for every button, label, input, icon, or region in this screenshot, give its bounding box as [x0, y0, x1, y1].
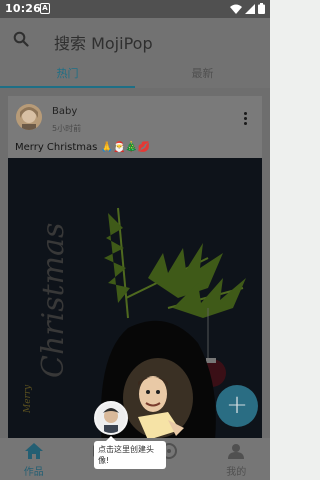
notification-icon: A — [40, 3, 50, 14]
search-icon[interactable] — [13, 31, 29, 47]
mini-avatar[interactable] — [94, 401, 128, 435]
tab-bar: 热门 最新 — [0, 64, 270, 88]
signal-icon — [245, 3, 255, 14]
post-caption: Merry Christmas 🙏🎅🎄💋 — [15, 142, 151, 153]
nav-label-profile: 我的 — [226, 467, 247, 478]
app-header: 搜索 MojiPop — [0, 18, 270, 64]
avatar[interactable] — [16, 104, 42, 130]
promo-character[interactable] — [128, 372, 188, 444]
more-options-icon[interactable] — [244, 112, 248, 127]
nav-item-works[interactable]: 作品 — [0, 438, 68, 480]
post-time: 5小时前 — [52, 124, 82, 133]
status-time: 10:26 — [5, 2, 42, 15]
create-avatar-tooltip[interactable]: 点击这里创建头像! — [94, 436, 166, 469]
nav-label-works: 作品 — [23, 467, 44, 478]
status-bar: 10:26 A — [0, 0, 270, 18]
artwork-merry-text: Merry — [23, 384, 33, 414]
wifi-icon — [230, 4, 242, 14]
nav-item-profile[interactable]: 我的 — [203, 438, 271, 480]
profile-icon — [228, 444, 245, 459]
tab-hot[interactable]: 热门 — [0, 64, 135, 88]
battery-icon — [258, 3, 265, 14]
search-input[interactable]: 搜索 MojiPop — [54, 30, 153, 54]
tab-latest[interactable]: 最新 — [135, 64, 270, 88]
status-icons — [230, 3, 265, 14]
avatar-image — [16, 104, 42, 130]
username[interactable]: Baby — [52, 106, 77, 117]
create-fab-button[interactable]: + — [216, 385, 258, 427]
mini-avatar-image — [96, 403, 126, 433]
artwork-script-text: Christmas — [36, 223, 71, 378]
home-icon — [24, 443, 43, 459]
